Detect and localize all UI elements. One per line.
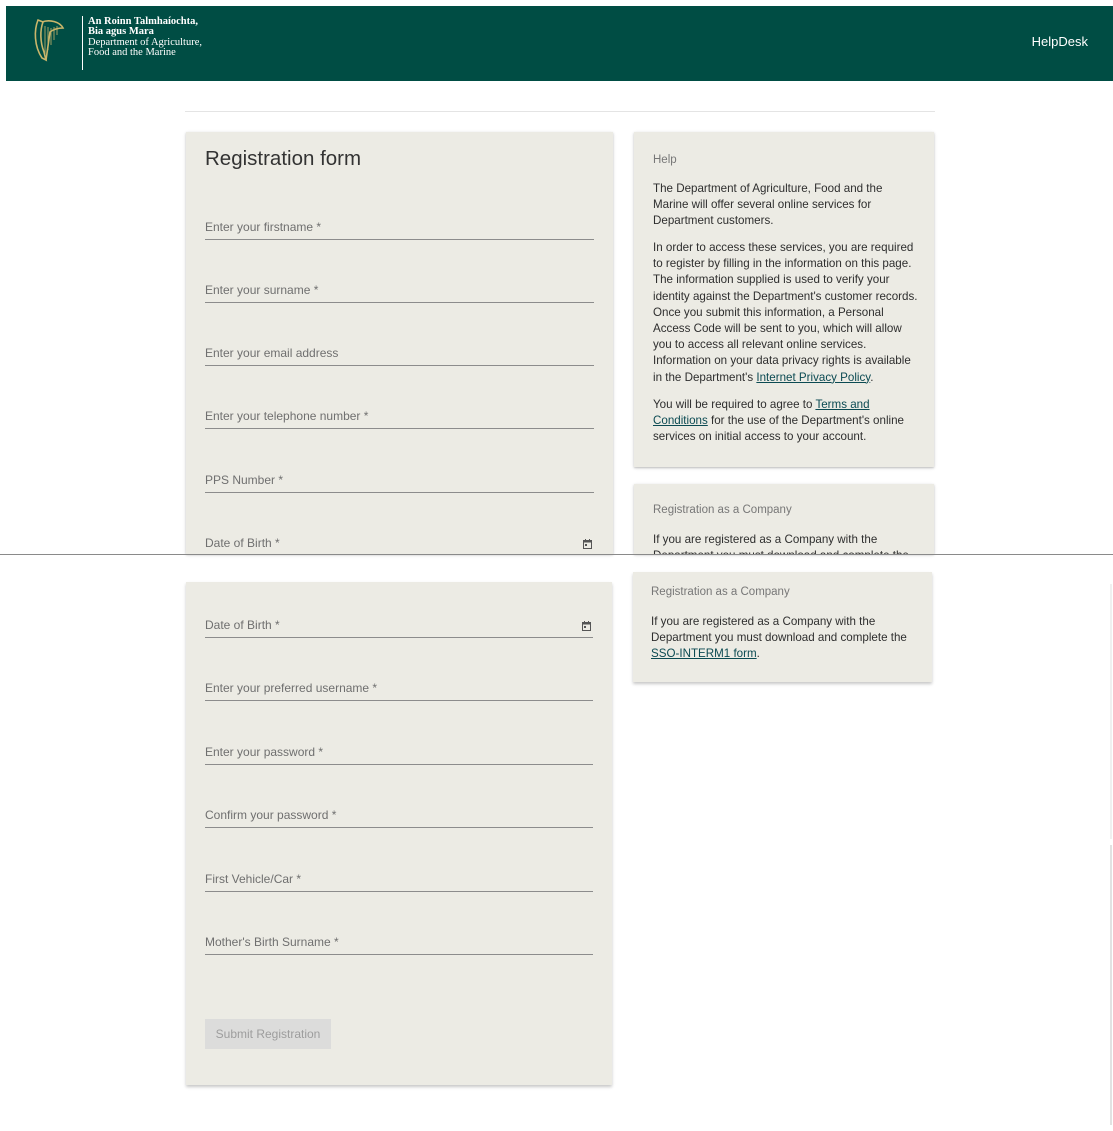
company-paragraph: If you are registered as a Company with … (651, 614, 919, 663)
company-text: If you are registered as a Company with … (651, 615, 907, 645)
company-text: If you are registered as a Company with … (653, 533, 909, 554)
brand-line-4: Food and the Marine (88, 47, 176, 59)
surname-input[interactable] (205, 280, 594, 302)
registration-form-card: Registration form Enter your firstname *… (186, 132, 613, 554)
first-vehicle-field[interactable]: First Vehicle/Car * (205, 868, 593, 892)
submit-registration-button[interactable]: Submit Registration (205, 1019, 331, 1049)
date-of-birth-label: Date of Birth * (205, 618, 280, 632)
site-header: An Roinn Talmhaíochta, Bia agus Mara Dep… (6, 6, 1113, 81)
help-paragraph-1: The Department of Agriculture, Food and … (653, 182, 883, 228)
telephone-input[interactable] (205, 406, 594, 428)
username-input[interactable] (205, 678, 593, 700)
help-heading: Help (653, 154, 677, 166)
content-divider (185, 111, 935, 112)
scrollbar-track[interactable] (1110, 584, 1112, 839)
scrollbar-thumb[interactable] (1110, 845, 1112, 1125)
pps-number-field[interactable]: PPS Number * (205, 469, 594, 493)
telephone-field[interactable]: Enter your telephone number * (205, 405, 594, 429)
help-card: Help The Department of Agriculture, Food… (634, 132, 934, 467)
date-of-birth-field[interactable]: Date of Birth * (205, 614, 593, 638)
firstname-input[interactable] (205, 217, 594, 239)
pps-number-input[interactable] (205, 470, 594, 492)
calendar-icon[interactable] (582, 621, 591, 631)
date-of-birth-field[interactable]: Date of Birth * (205, 532, 594, 554)
help-paragraph-2-end: . (870, 370, 874, 384)
calendar-icon[interactable] (583, 539, 592, 549)
company-card-upper: Registration as a Company If you are reg… (634, 484, 934, 554)
username-field[interactable]: Enter your preferred username * (205, 677, 593, 701)
surname-field[interactable]: Enter your surname * (205, 279, 594, 303)
mothers-birth-surname-field[interactable]: Mother's Birth Surname * (205, 931, 593, 955)
sso-interm1-form-link[interactable]: SSO-INTERM1 form (651, 647, 757, 660)
department-name: An Roinn Talmhaíochta, Bia agus Mara Dep… (88, 16, 202, 59)
email-input[interactable] (205, 343, 594, 365)
firstname-field[interactable]: Enter your firstname * (205, 216, 594, 240)
company-heading: Registration as a Company (651, 586, 790, 598)
confirm-password-field[interactable]: Confirm your password * (205, 804, 593, 828)
brand-divider (82, 16, 83, 70)
help-paragraph-3: You will be required to agree to Terms a… (653, 397, 921, 446)
confirm-password-input[interactable] (205, 805, 593, 827)
page-title: Registration form (205, 147, 362, 170)
help-paragraph-2-text: In order to access these services, you a… (653, 241, 918, 384)
helpdesk-link[interactable]: HelpDesk (1032, 34, 1088, 49)
company-heading: Registration as a Company (653, 504, 792, 516)
password-field[interactable]: Enter your password * (205, 741, 593, 765)
harp-icon (34, 18, 65, 62)
mothers-birth-surname-input[interactable] (205, 932, 593, 954)
email-field[interactable]: Enter your email address (205, 342, 594, 366)
company-card: Registration as a Company If you are reg… (633, 572, 932, 682)
company-paragraph: If you are registered as a Company with … (653, 532, 921, 554)
password-input[interactable] (205, 742, 593, 764)
help-paragraph-2: In order to access these services, you a… (653, 240, 921, 386)
company-text-end: . (756, 647, 760, 661)
help-paragraph-3-pre: You will be required to agree to (653, 398, 816, 411)
privacy-policy-link[interactable]: Internet Privacy Policy (756, 371, 870, 384)
screenshot-divider (0, 554, 1113, 555)
registration-form-card-lower: Date of Birth * Enter your preferred use… (186, 582, 612, 1085)
first-vehicle-input[interactable] (205, 869, 593, 891)
date-of-birth-label: Date of Birth * (205, 536, 280, 550)
